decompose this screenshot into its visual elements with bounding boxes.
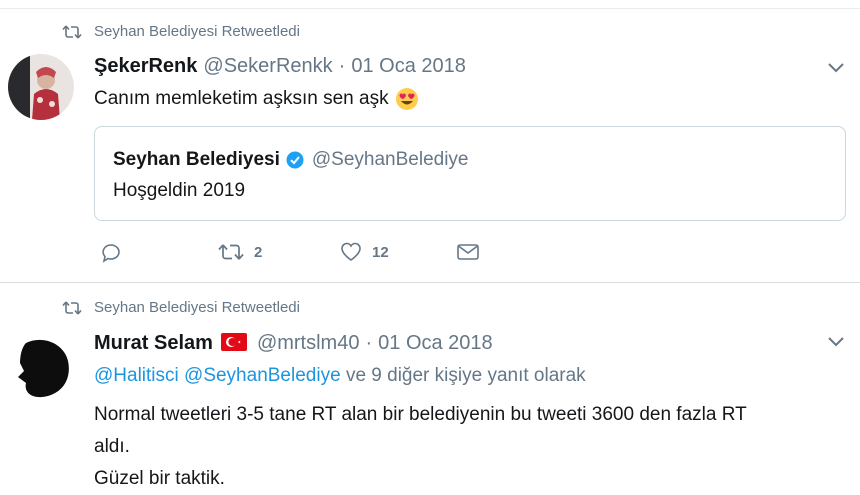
reply-button[interactable]	[100, 242, 122, 264]
author-name[interactable]: Murat Selam	[94, 332, 213, 355]
like-count: 12	[372, 243, 389, 261]
quoted-author-name: Seyhan Belediyesi	[113, 149, 280, 170]
tweet-date[interactable]: 01 Oca 2018	[378, 332, 493, 355]
author-handle[interactable]: @mrtslm40	[257, 332, 360, 355]
tweet-2[interactable]: Seyhan Belediyesi Retweetledi Murat Sela…	[0, 282, 860, 489]
retweet-icon	[62, 300, 82, 315]
tweet-text-content: Canım memleketim aşksın sen aşk	[94, 88, 389, 109]
tweet-text-line: Normal tweetleri 3-5 tane RT alan bir be…	[94, 404, 747, 425]
retweet-icon	[218, 244, 244, 260]
tweet-text: Canım memleketim aşksın sen aşk	[94, 83, 419, 114]
tweet-text-line: Güzel bir taktik.	[94, 468, 225, 489]
like-button[interactable]: 12	[340, 242, 389, 262]
tweet-header: Murat Selam @mrtslm40 · 01 Oca 2018	[94, 331, 493, 355]
quoted-tweet-text: Hoşgeldin 2019	[113, 180, 246, 201]
separator-dot: ·	[338, 55, 346, 77]
direct-message-button[interactable]	[456, 242, 480, 262]
author-name[interactable]: ŞekerRenk	[94, 55, 197, 78]
turkey-flag-icon	[220, 333, 247, 351]
tweet-actions: 2 12	[100, 242, 500, 272]
envelope-icon	[457, 244, 479, 260]
tweet-header: ŞekerRenk @SekerRenkk · 01 Oca 2018	[94, 55, 466, 78]
tweet-date[interactable]: 01 Oca 2018	[351, 55, 466, 78]
retweet-context: Seyhan Belediyesi Retweetledi	[62, 299, 300, 316]
reply-context-suffix: ve 9 diğer kişiye yanıt olarak	[345, 365, 586, 386]
quoted-tweet-header: Seyhan Belediyesi @SeyhanBelediye	[113, 149, 469, 171]
retweet-context: Seyhan Belediyesi Retweetledi	[62, 23, 300, 40]
retweet-context-text: Seyhan Belediyesi Retweetledi	[94, 23, 300, 40]
retweet-context-text: Seyhan Belediyesi Retweetledi	[94, 299, 300, 316]
retweet-count: 2	[254, 243, 263, 261]
chevron-down-icon[interactable]	[826, 61, 846, 75]
retweet-button[interactable]: 2	[218, 242, 262, 262]
heart-icon	[341, 242, 361, 261]
separator-dot: ·	[365, 332, 373, 354]
quoted-tweet[interactable]: Seyhan Belediyesi @SeyhanBelediye Hoşgel…	[94, 126, 846, 221]
chevron-down-icon[interactable]	[826, 335, 846, 349]
tweet-text: Normal tweetleri 3-5 tane RT alan bir be…	[94, 399, 834, 495]
author-handle[interactable]: @SekerRenkk	[203, 55, 332, 78]
tweet-1[interactable]: Seyhan Belediyesi Retweetledi ŞekerRenk …	[0, 8, 860, 281]
verified-badge-icon	[286, 151, 304, 169]
quoted-author-handle: @SeyhanBelediye	[311, 149, 469, 170]
retweet-icon	[62, 24, 82, 39]
reply-context: @Halitisci @SeyhanBelediye ve 9 diğer ki…	[94, 365, 586, 387]
avatar[interactable]	[8, 333, 74, 399]
heart-eyes-emoji-icon	[395, 87, 418, 110]
reply-icon	[102, 244, 120, 263]
avatar[interactable]	[8, 54, 74, 120]
mention-link[interactable]: @Halitisci	[94, 365, 179, 386]
tweet-text-line: aldı.	[94, 436, 130, 457]
mention-link[interactable]: @SeyhanBelediye	[184, 365, 341, 386]
